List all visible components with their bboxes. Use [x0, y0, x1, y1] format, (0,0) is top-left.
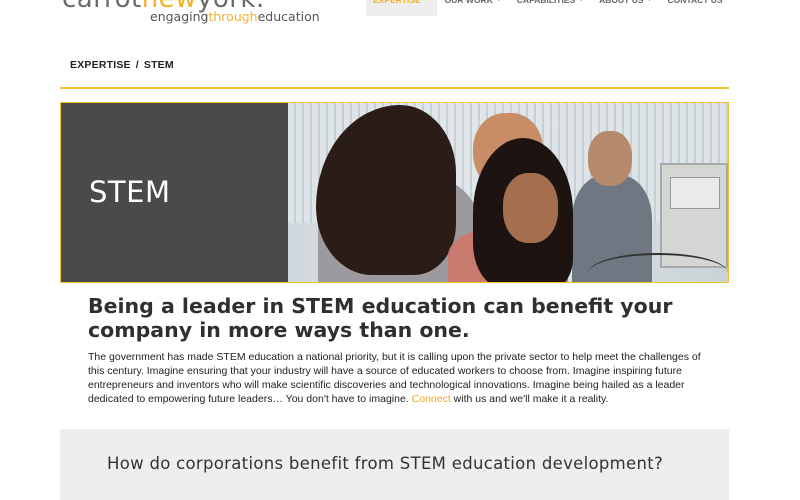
- main-nav: EXPERTISE ▼ OUR WORK ▼ CAPABILITIES ▼ ABOUT…: [366, 0, 731, 16]
- breadcrumb-separator: /: [135, 59, 139, 71]
- chevron-down-icon: ▼: [423, 0, 430, 3]
- nav-label: CAPABILITIES: [516, 0, 576, 5]
- breadcrumb-link-expertise[interactable]: EXPERTISE: [70, 59, 131, 71]
- section-divider: [60, 87, 729, 89]
- faq-section: How do corporations benefit from STEM ed…: [60, 429, 729, 500]
- hero-banner: STEM: [60, 102, 729, 283]
- chevron-down-icon: ▼: [646, 0, 653, 3]
- breadcrumb: EXPERTISE / STEM: [70, 59, 174, 71]
- nav-item-capabilities[interactable]: CAPABILITIES ▼: [510, 0, 591, 16]
- nav-item-about-us[interactable]: ABOUT US ▼: [592, 0, 659, 16]
- breadcrumb-current: STEM: [143, 59, 174, 71]
- nav-label: ABOUT US: [599, 0, 644, 5]
- chevron-down-icon: ▼: [578, 0, 585, 3]
- site-logo[interactable]: carrotnewyork. engagingthrougheducation: [62, 0, 320, 24]
- nav-label: OUR WORK: [444, 0, 493, 5]
- nav-item-contact-us[interactable]: CONTACT US: [661, 0, 730, 16]
- hero-photo: [288, 103, 728, 282]
- nav-item-expertise[interactable]: EXPERTISE ▼: [366, 0, 437, 16]
- connect-link[interactable]: Connect: [412, 393, 451, 405]
- logo-tagline: engagingthrougheducation: [150, 9, 320, 24]
- intro-paragraph: The government has made STEM education a…: [88, 351, 701, 405]
- page-headline: Being a leader in STEM education can ben…: [88, 294, 673, 342]
- faq-question: How do corporations benefit from STEM ed…: [107, 454, 664, 473]
- nav-label: EXPERTISE: [373, 0, 421, 5]
- nav-item-our-work[interactable]: OUR WORK ▼: [438, 0, 509, 16]
- chevron-down-icon: ▼: [495, 0, 502, 3]
- hero-title: STEM: [89, 175, 171, 209]
- hero-title-panel: STEM: [61, 103, 288, 282]
- nav-label: CONTACT US: [667, 0, 723, 5]
